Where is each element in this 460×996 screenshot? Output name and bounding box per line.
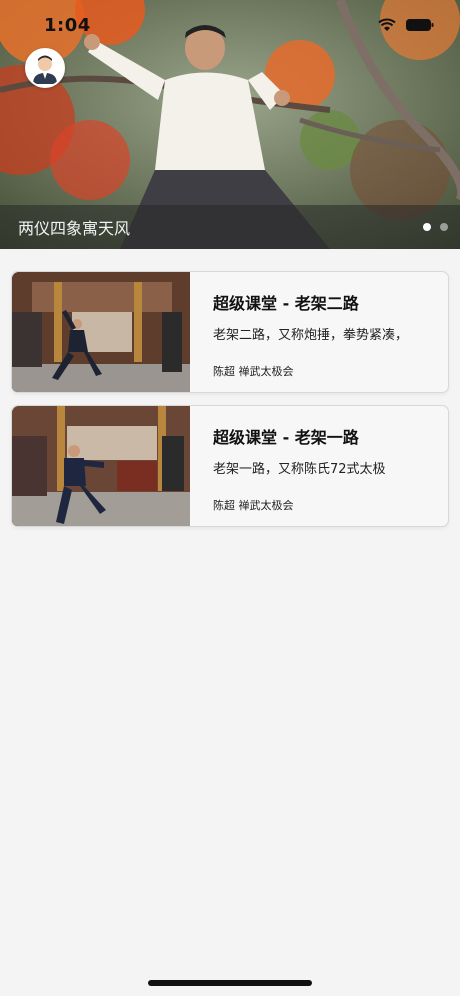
carousel-dots[interactable] xyxy=(423,223,448,231)
wifi-icon xyxy=(378,18,396,31)
video-thumbnail xyxy=(12,272,190,392)
video-thumbnail xyxy=(12,406,190,526)
video-title: 超级课堂 - 老架二路 xyxy=(213,294,359,313)
status-bar: 1:04 xyxy=(0,0,460,50)
video-title: 超级课堂 - 老架一路 xyxy=(213,428,359,447)
status-icons xyxy=(378,18,434,32)
battery-icon xyxy=(406,19,434,31)
hero-caption: 两仪四象寓天风 xyxy=(18,219,131,238)
carousel-dot-1[interactable] xyxy=(423,223,431,231)
video-card-body: 超级课堂 - 老架二路 老架二路，又称炮捶，拳势紧凑， 陈超 禅武太极会 xyxy=(190,272,448,392)
user-icon xyxy=(33,55,57,84)
video-meta: 陈超 禅武太极会 xyxy=(213,499,294,512)
video-list: 超级课堂 - 老架二路 老架二路，又称炮捶，拳势紧凑， 陈超 禅武太极会 超级课… xyxy=(11,271,449,539)
video-description: 老架二路，又称炮捶，拳势紧凑， xyxy=(213,328,409,343)
carousel-dot-2[interactable] xyxy=(440,223,448,231)
video-description: 老架一路，又称陈氏72式太极 xyxy=(213,462,386,477)
home-indicator[interactable] xyxy=(148,980,312,986)
status-time: 1:04 xyxy=(44,14,91,36)
video-card[interactable]: 超级课堂 - 老架一路 老架一路，又称陈氏72式太极 陈超 禅武太极会 xyxy=(11,405,449,527)
profile-avatar[interactable] xyxy=(25,48,65,88)
video-card-body: 超级课堂 - 老架一路 老架一路，又称陈氏72式太极 陈超 禅武太极会 xyxy=(190,406,448,526)
video-card[interactable]: 超级课堂 - 老架二路 老架二路，又称炮捶，拳势紧凑， 陈超 禅武太极会 xyxy=(11,271,449,393)
hero-caption-bar: 两仪四象寓天风 xyxy=(0,205,460,249)
video-meta: 陈超 禅武太极会 xyxy=(213,365,294,378)
hero-banner[interactable]: 1:04 两仪四象寓天风 xyxy=(0,0,460,249)
